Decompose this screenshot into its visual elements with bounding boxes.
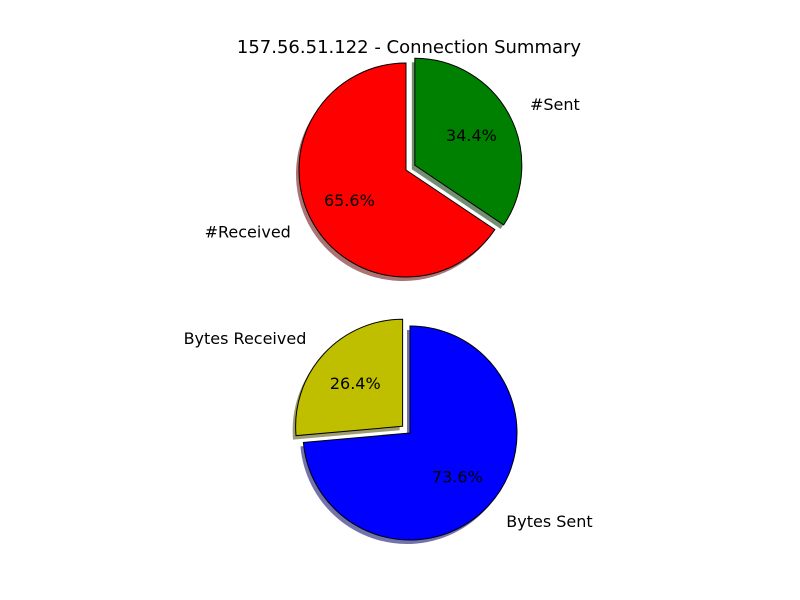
slice-percent-bytes-sent: 73.6% (432, 467, 483, 486)
chart-canvas: 157.56.51.122 - Connection Summary #Sent… (184, 37, 593, 544)
slice-label-bytes-sent: Bytes Sent (506, 512, 592, 531)
slice-percent-bytes-received: 26.4% (330, 374, 381, 393)
slice-percent-received: 65.6% (324, 191, 375, 210)
slice-label-received: #Received (205, 222, 291, 241)
pie-chart-bytes: Bytes Sent 73.6% Bytes Received 26.4% (184, 318, 593, 544)
pie-chart-connections: #Sent 34.4% #Received 65.6% (205, 57, 580, 281)
slice-label-sent: #Sent (530, 95, 580, 114)
chart-title: 157.56.51.122 - Connection Summary (237, 37, 582, 58)
slice-percent-sent: 34.4% (446, 126, 497, 145)
slice-label-bytes-received: Bytes Received (184, 329, 307, 348)
